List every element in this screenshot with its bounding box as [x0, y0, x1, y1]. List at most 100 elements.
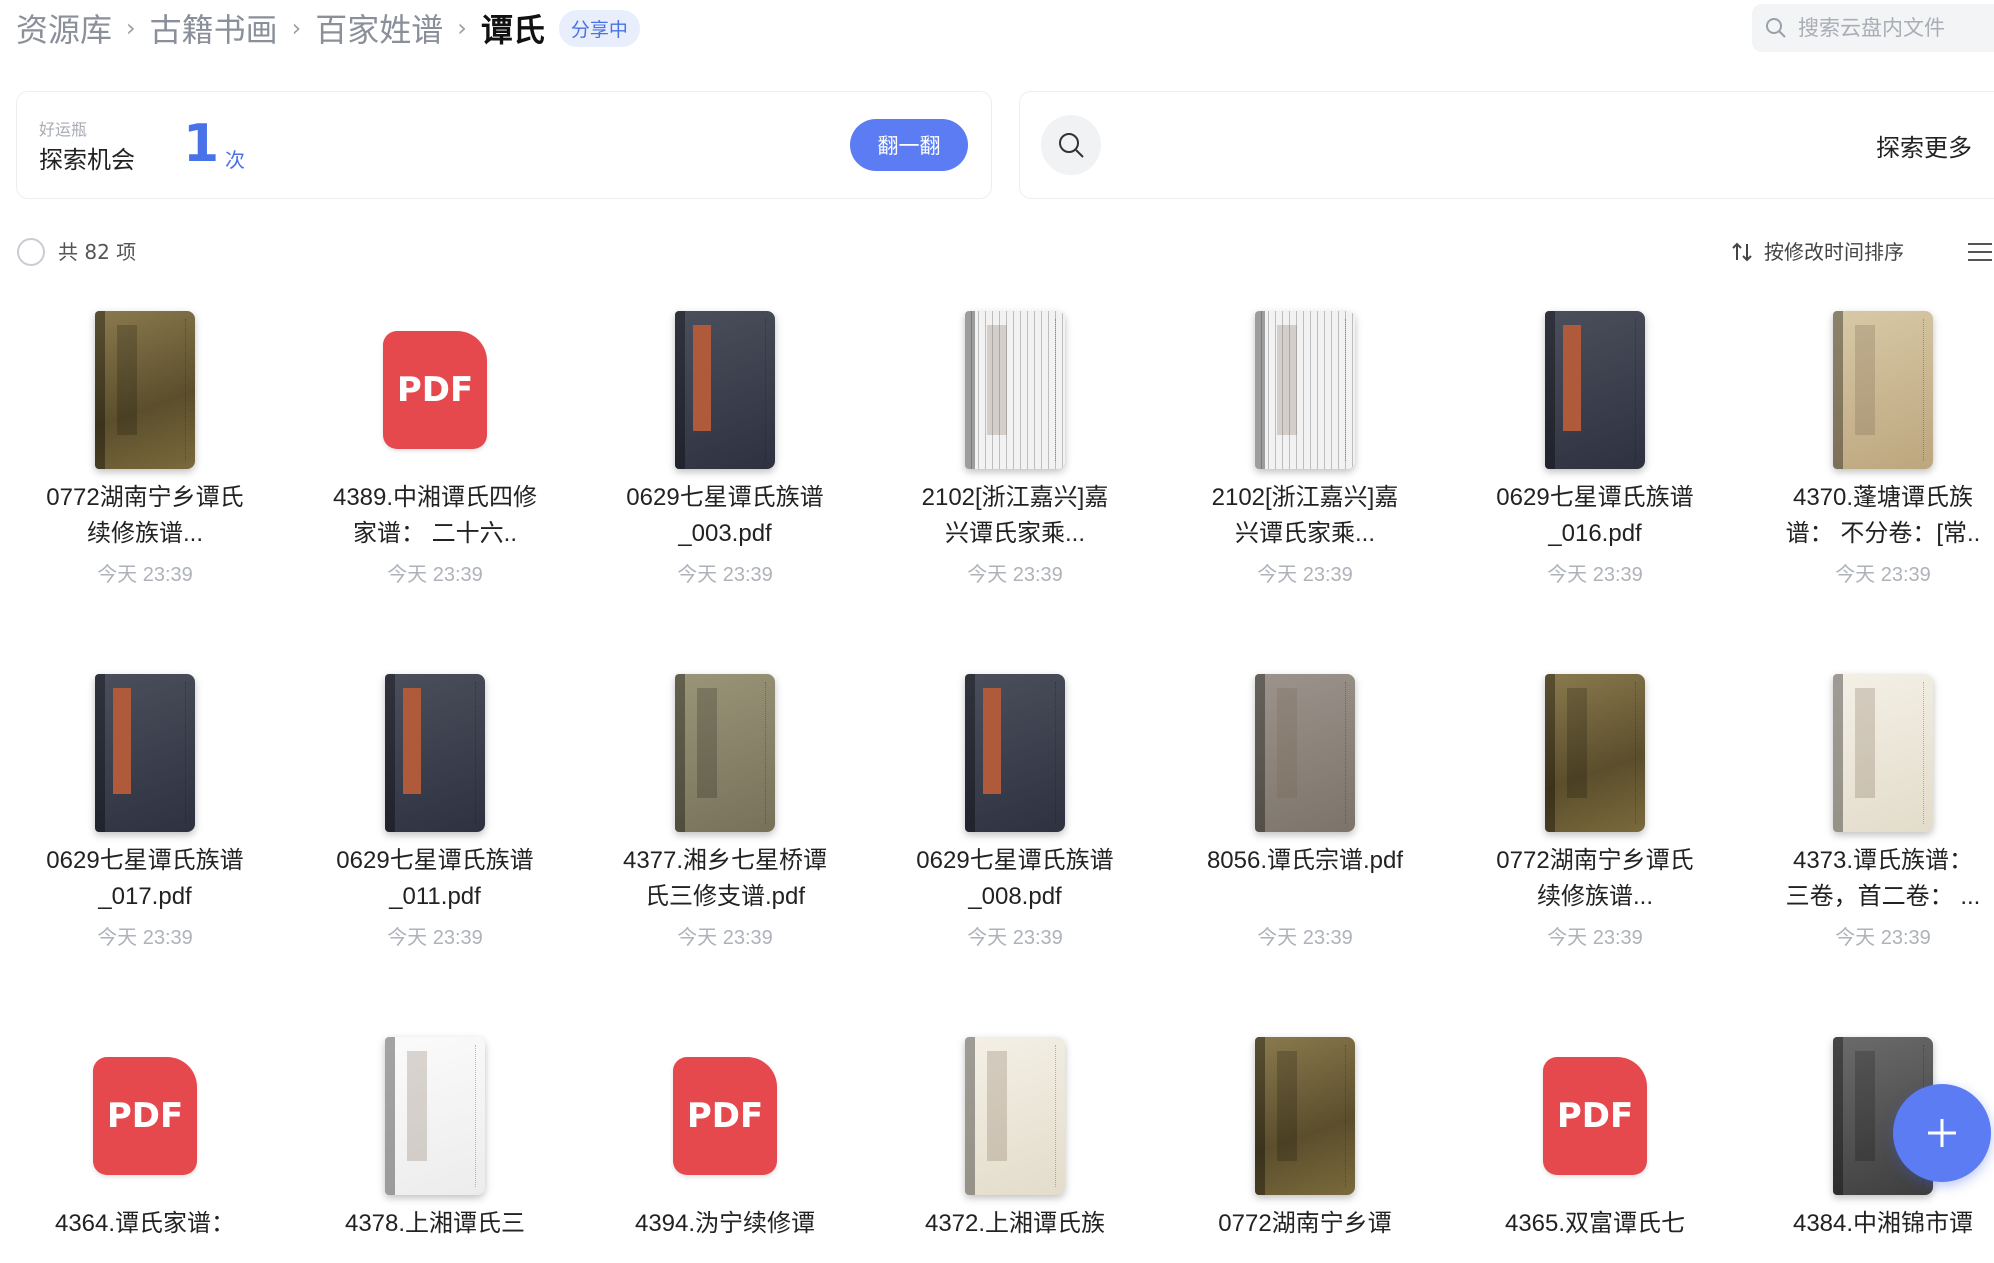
flip-button[interactable]: 翻一翻 — [850, 119, 968, 171]
file-thumbnail — [1450, 300, 1740, 480]
file-name: 4384.中湘锦市谭 — [1792, 1210, 1974, 1237]
file-modified-time: 今天 23:39 — [387, 927, 483, 949]
chance-unit: 次 — [225, 148, 245, 172]
file-thumbnail — [290, 1026, 580, 1206]
file-item[interactable]: 0772湖南宁乡谭氏续修族谱... 今天 23:39 — [1450, 663, 1740, 950]
file-modified-time: 今天 23:39 — [1835, 927, 1931, 949]
file-thumbnail: PDF — [290, 300, 580, 480]
file-item[interactable]: 4377.湘乡七星桥谭氏三修支谱.pdf 今天 23:39 — [580, 663, 870, 950]
file-item[interactable]: 8056.谭氏宗谱.pdf 今天 23:39 — [1160, 663, 1450, 950]
file-item[interactable]: 0629七星谭氏族谱_017.pdf 今天 23:39 — [0, 663, 290, 950]
breadcrumb-item-surnames[interactable]: 百家姓谱 — [315, 5, 443, 51]
sort-label: 按修改时间排序 — [1764, 240, 1904, 264]
cover-label — [1855, 688, 1875, 798]
binding-stitches — [1923, 682, 1925, 824]
book-cover-thumbnail — [385, 674, 485, 832]
file-item[interactable]: 4373.谭氏族谱： 三卷，首二卷： ... 今天 23:39 — [1738, 663, 1994, 950]
binding-stitches — [1055, 682, 1057, 824]
add-button[interactable] — [1893, 1084, 1991, 1182]
cover-label — [1563, 325, 1581, 431]
file-item[interactable]: PDF 4365.双富谭氏七 — [1450, 1026, 1740, 1263]
explore-chance-title: 探索机会 — [39, 146, 135, 174]
file-name: 0629七星谭氏族谱_003.pdf — [626, 484, 824, 547]
book-cover-thumbnail — [675, 674, 775, 832]
search-input[interactable] — [1798, 16, 1988, 40]
explore-more-link[interactable]: 探索更多 — [1876, 128, 1972, 163]
file-modified-time: 今天 23:39 — [677, 927, 773, 949]
file-name: 0629七星谭氏族谱_016.pdf — [1496, 484, 1694, 547]
file-thumbnail — [290, 663, 580, 843]
cover-label — [1277, 688, 1297, 798]
plus-icon — [1928, 1119, 1956, 1147]
cover-label — [113, 688, 131, 794]
select-all-checkbox[interactable] — [17, 238, 45, 266]
item-count: 共 82 项 — [58, 240, 137, 264]
book-cover-thumbnail — [1255, 674, 1355, 832]
cover-label — [403, 688, 421, 794]
file-modified-time: 今天 23:39 — [967, 564, 1063, 586]
file-name: 0772湖南宁乡谭氏续修族谱... — [46, 484, 244, 547]
cover-label — [983, 688, 1001, 794]
file-name: 4394.沩宁续修谭 — [634, 1210, 816, 1237]
file-name: 0772湖南宁乡谭 — [1218, 1210, 1392, 1237]
search-box[interactable] — [1752, 4, 1994, 52]
file-thumbnail — [1160, 663, 1450, 843]
file-name: 4370.蓬塘谭氏族谱： 不分卷：[常.. — [1785, 484, 1981, 547]
file-item[interactable]: 0629七星谭氏族谱_003.pdf 今天 23:39 — [580, 300, 870, 587]
book-cover-thumbnail — [1255, 311, 1355, 469]
file-thumbnail — [1738, 300, 1994, 480]
file-item[interactable]: 0629七星谭氏族谱_008.pdf 今天 23:39 — [870, 663, 1160, 950]
breadcrumb-current: 谭氏 — [480, 11, 545, 49]
file-name: 0629七星谭氏族谱_017.pdf — [46, 847, 244, 910]
breadcrumb-item-resources[interactable]: 资源库 — [16, 5, 112, 51]
file-item[interactable]: 2102[浙江嘉兴]嘉兴谭氏家乘... 今天 23:39 — [870, 300, 1160, 587]
pdf-file-icon: PDF — [93, 1057, 197, 1175]
explore-card[interactable]: 探索更多 — [1019, 91, 1994, 199]
file-thumbnail: PDF — [580, 1026, 870, 1206]
file-thumbnail: PDF — [1450, 1026, 1740, 1206]
file-name: 0629七星谭氏族谱_011.pdf — [336, 847, 534, 910]
file-item[interactable]: PDF 4389.中湘谭氏四修家谱： 二十六.. 今天 23:39 — [290, 300, 580, 587]
file-item[interactable]: 0629七星谭氏族谱_016.pdf 今天 23:39 — [1450, 300, 1740, 587]
binding-stitches — [1923, 319, 1925, 461]
book-cover-thumbnail — [95, 674, 195, 832]
file-item[interactable]: 4370.蓬塘谭氏族谱： 不分卷：[常.. 今天 23:39 — [1738, 300, 1994, 587]
binding-stitches — [1055, 319, 1057, 461]
file-modified-time: 今天 23:39 — [1835, 564, 1931, 586]
file-name: 4378.上湘谭氏三 — [344, 1210, 526, 1237]
file-item[interactable]: 4378.上湘谭氏三 — [290, 1026, 580, 1263]
book-cover-thumbnail — [965, 311, 1065, 469]
cover-label — [987, 325, 1007, 435]
binding-stitches — [1345, 319, 1347, 461]
breadcrumb-item-ancient-books[interactable]: 古籍书画 — [150, 5, 278, 51]
file-item[interactable]: 0772湖南宁乡谭氏续修族谱... 今天 23:39 — [0, 300, 290, 587]
sort-button[interactable]: 按修改时间排序 — [1730, 238, 1904, 266]
file-item[interactable]: PDF 4394.沩宁续修谭 — [580, 1026, 870, 1263]
cover-label — [1855, 1051, 1875, 1161]
binding-stitches — [1055, 1045, 1057, 1187]
book-cover-thumbnail — [95, 311, 195, 469]
file-name: 0772湖南宁乡谭氏续修族谱... — [1496, 847, 1694, 910]
file-name: 4373.谭氏族谱： 三卷，首二卷： ... — [1785, 847, 1981, 910]
file-name: 4389.中湘谭氏四修家谱： 二十六.. — [332, 484, 538, 547]
cover-label — [697, 688, 717, 798]
chevron-right-icon: › — [457, 14, 467, 42]
binding-stitches — [1345, 1045, 1347, 1187]
file-item[interactable]: 4372.上湘谭氏族 — [870, 1026, 1160, 1263]
file-name: 0629七星谭氏族谱_008.pdf — [916, 847, 1114, 910]
cover-label — [987, 1051, 1007, 1161]
file-thumbnail — [1160, 1026, 1450, 1206]
list-view-icon[interactable] — [1966, 240, 1994, 264]
file-modified-time: 今天 23:39 — [97, 927, 193, 949]
book-cover-thumbnail — [965, 1037, 1065, 1195]
file-name: 8056.谭氏宗谱.pdf — [1206, 847, 1404, 874]
binding-stitches — [1635, 319, 1637, 461]
cover-label — [407, 1051, 427, 1161]
book-cover-thumbnail — [1545, 311, 1645, 469]
file-item[interactable]: 0772湖南宁乡谭 — [1160, 1026, 1450, 1263]
file-item[interactable]: 2102[浙江嘉兴]嘉兴谭氏家乘... 今天 23:39 — [1160, 300, 1450, 587]
file-item[interactable]: PDF 4364.谭氏家谱： — [0, 1026, 290, 1263]
file-item[interactable]: 0629七星谭氏族谱_011.pdf 今天 23:39 — [290, 663, 580, 950]
file-name: 4372.上湘谭氏族 — [924, 1210, 1106, 1237]
binding-stitches — [765, 319, 767, 461]
